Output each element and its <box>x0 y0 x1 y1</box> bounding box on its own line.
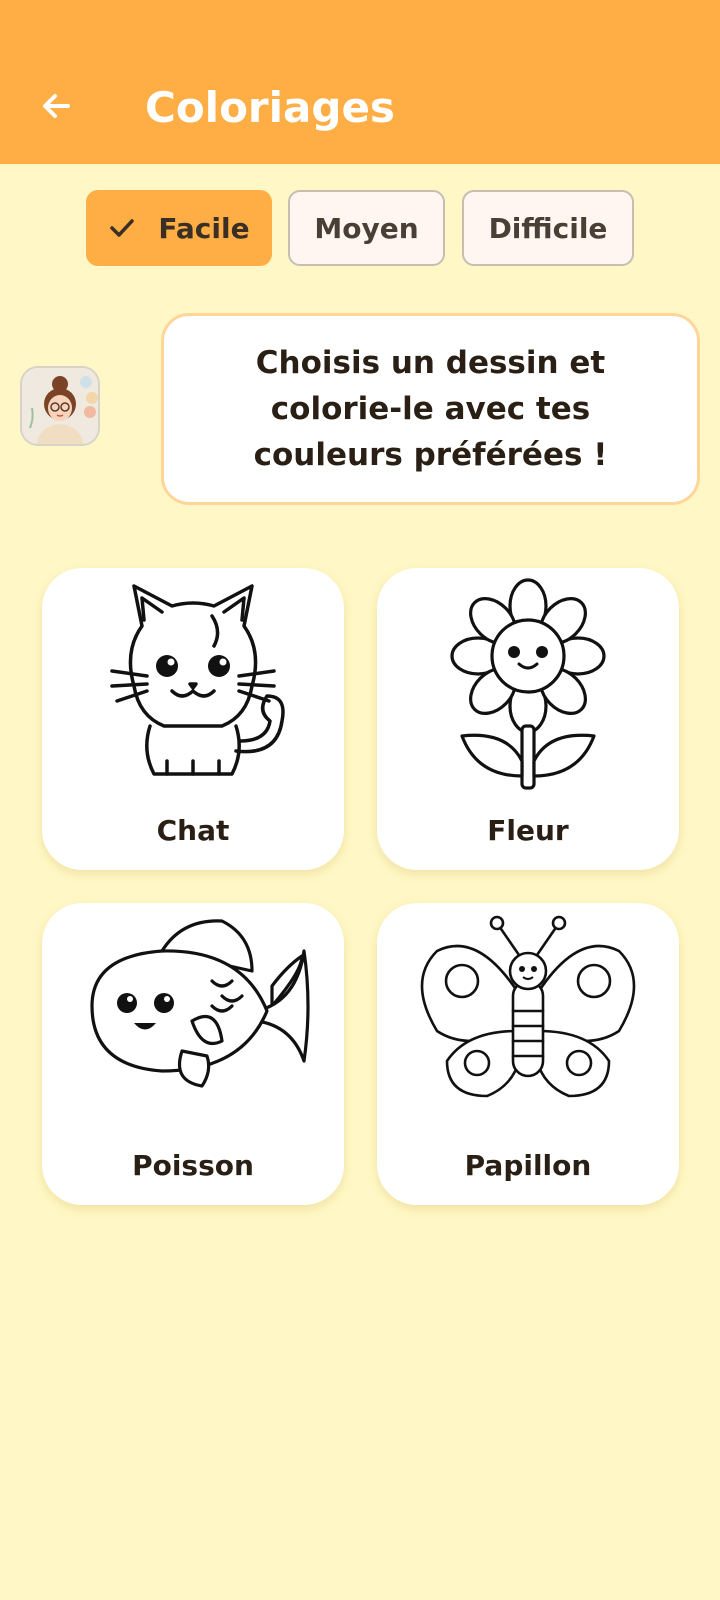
arrow-left-icon <box>43 94 70 118</box>
assistant-speech-bubble: Choisis un dessin et colorie-le avec tes… <box>161 313 700 505</box>
flower-drawing <box>450 578 606 790</box>
fish-drawing <box>90 919 310 1088</box>
filter-chip-difficile[interactable]: Difficile <box>462 190 634 266</box>
drawing-card-fleur[interactable]: Fleur <box>377 568 679 870</box>
drawing-card-chat[interactable]: Chat <box>42 568 344 870</box>
filter-chip-facile[interactable]: Facile <box>86 190 272 266</box>
app-bar: Coloriages <box>0 0 720 164</box>
back-button[interactable] <box>30 80 82 132</box>
filter-chip-moyen[interactable]: Moyen <box>288 190 445 266</box>
drawing-card-label: Chat <box>156 814 230 847</box>
drawing-card-label: Papillon <box>464 1149 592 1182</box>
drawing-card-label: Poisson <box>132 1149 254 1182</box>
assistant-message: Choisis un dessin et colorie-le avec tes… <box>253 345 608 473</box>
page-title: Coloriages <box>145 83 395 132</box>
butterfly-drawing <box>420 915 636 1098</box>
cat-drawing <box>110 584 285 776</box>
drawing-card-poisson[interactable]: Poisson <box>42 903 344 1205</box>
filter-chip-label: Facile <box>158 211 250 245</box>
drawing-card-papillon[interactable]: Papillon <box>377 903 679 1205</box>
filter-chip-label: Difficile <box>488 211 608 245</box>
assistant-avatar <box>20 366 100 446</box>
drawing-card-label: Fleur <box>487 814 569 847</box>
check-icon <box>108 214 136 242</box>
filter-chip-label: Moyen <box>314 211 419 245</box>
